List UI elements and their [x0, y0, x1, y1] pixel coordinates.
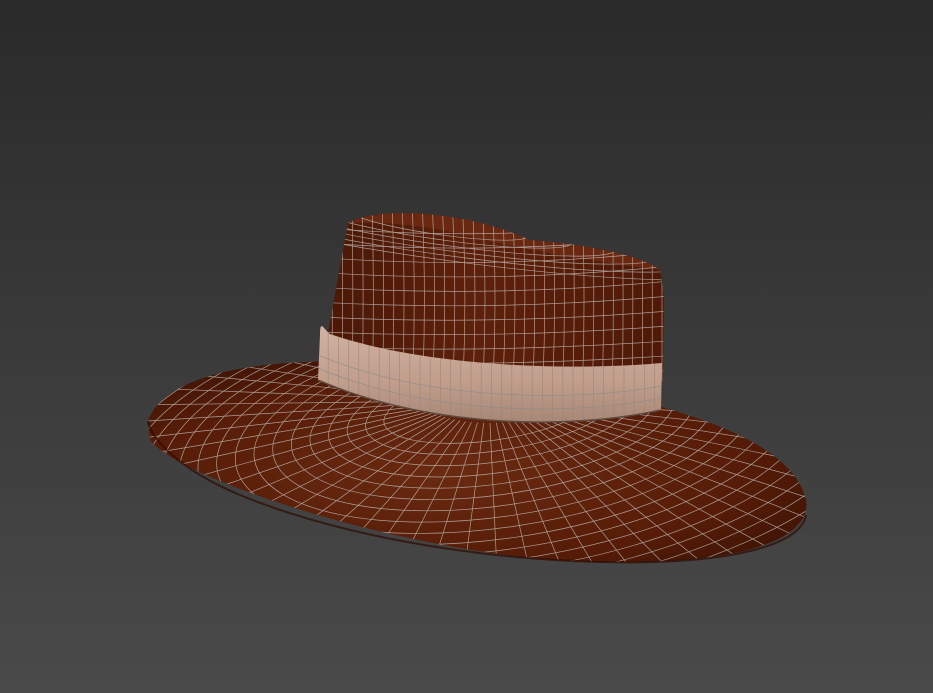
3d-viewport[interactable]	[0, 0, 933, 693]
viewport-scene[interactable]	[0, 0, 933, 693]
